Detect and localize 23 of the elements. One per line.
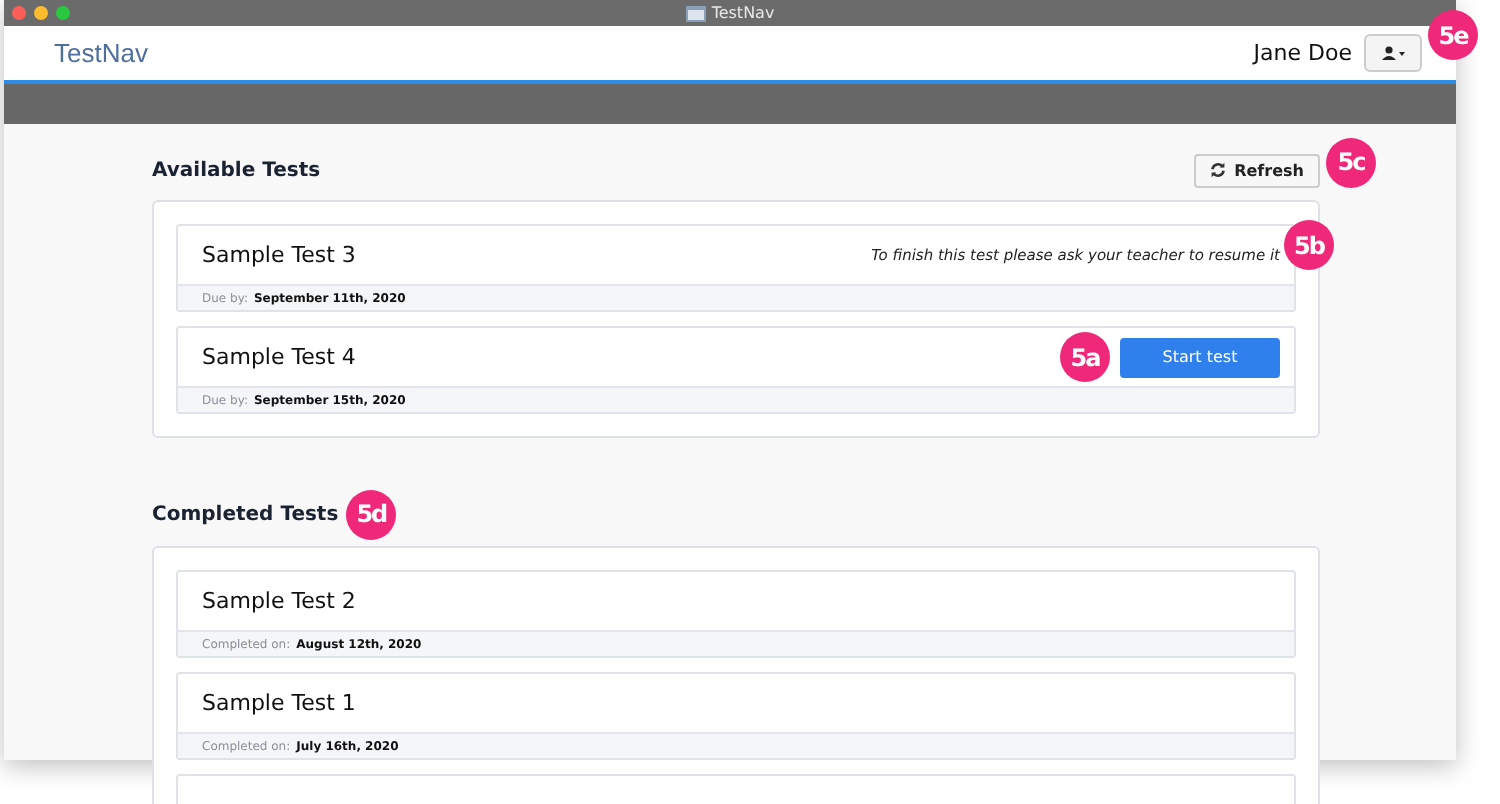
test-name: Sample Test 2 [202, 588, 356, 614]
callout-badge: 5a [1060, 332, 1110, 382]
minimize-icon[interactable] [34, 6, 48, 20]
zoom-icon[interactable] [56, 6, 70, 20]
refresh-icon [1210, 162, 1227, 178]
test-name: Sample Test 4 [202, 344, 356, 370]
callout-badge: 5c [1326, 137, 1376, 187]
test-name: Sample Test 3 [202, 242, 356, 268]
callout-badge: 5e [1428, 10, 1478, 60]
callout-badge: 5d [346, 489, 397, 539]
logo: TestNav [54, 38, 148, 68]
person-caret-icon [1381, 46, 1405, 60]
section-heading: Available Tests [152, 159, 321, 181]
refresh-button[interactable]: Refresh [1194, 153, 1320, 187]
app-icon [685, 5, 706, 21]
start-test-button[interactable]: Start test [1120, 337, 1280, 377]
window-title: TestNav [711, 4, 775, 22]
section-heading: Completed Tests [152, 503, 339, 525]
close-icon[interactable] [12, 6, 26, 20]
user-name: Jane Doe [1253, 40, 1352, 66]
user-menu-button[interactable] [1364, 34, 1422, 72]
test-name: Sample Test 1 [202, 690, 356, 716]
callout-badge: 5b [1284, 220, 1334, 270]
